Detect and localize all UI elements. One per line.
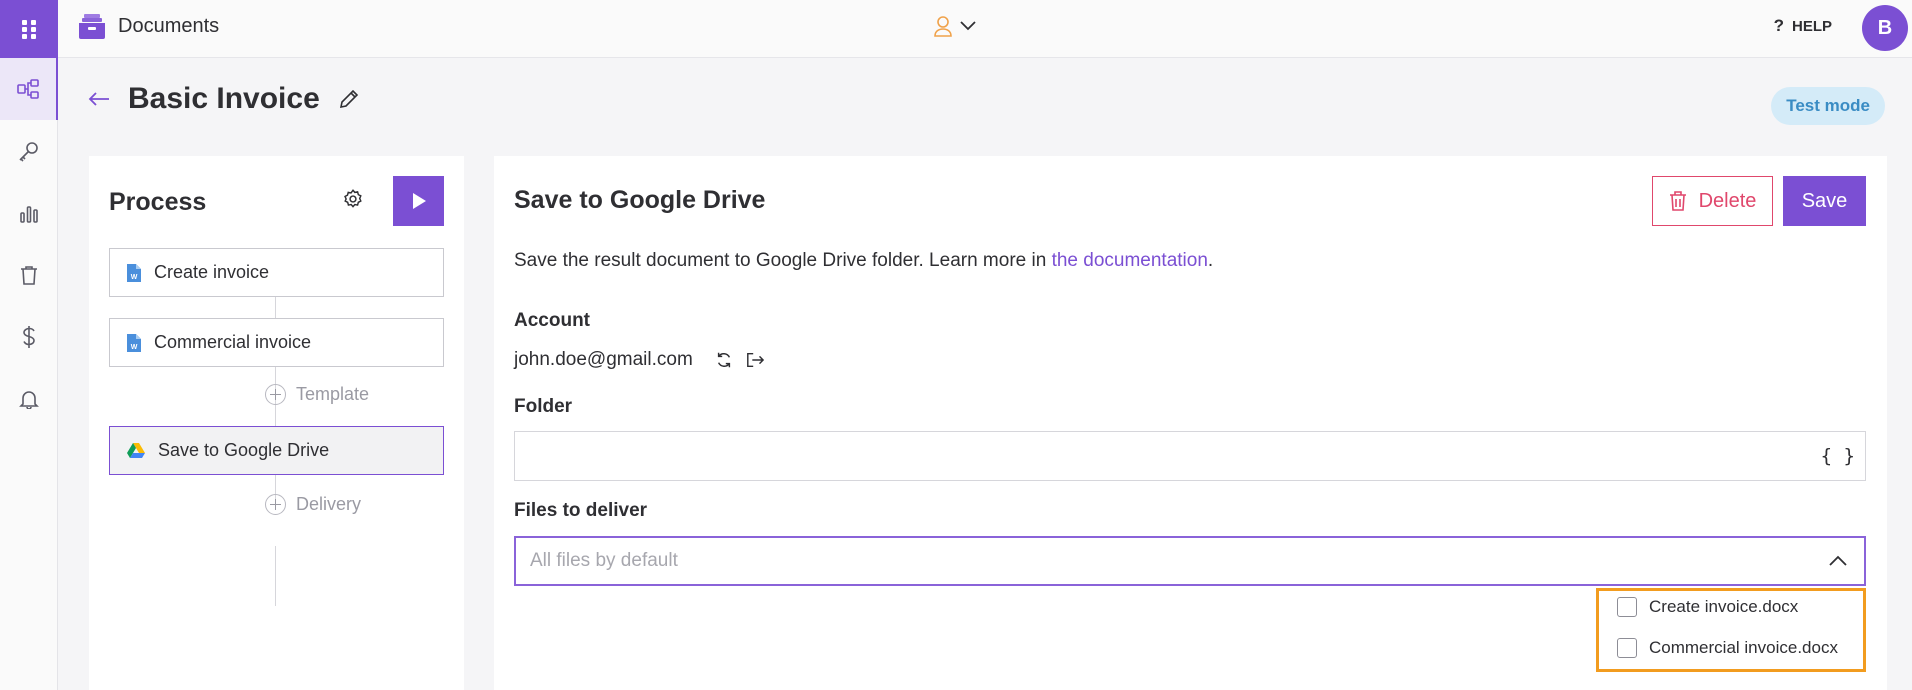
word-doc-icon: W — [127, 263, 141, 282]
avatar[interactable]: B — [1862, 5, 1908, 51]
sign-out-icon[interactable] — [745, 351, 765, 369]
variables-braces-icon[interactable]: { } — [1821, 445, 1855, 467]
bar-chart-icon — [20, 206, 38, 223]
description-text: Save the result document to Google Drive… — [514, 250, 1052, 271]
delivery-detail-panel: Save to Google Drive Delete Save Save th… — [494, 156, 1887, 690]
nav-notifications[interactable] — [0, 368, 58, 430]
app-name: Documents — [118, 14, 220, 37]
account-label: Account — [514, 310, 590, 331]
delete-button[interactable]: Delete — [1652, 176, 1773, 226]
back-arrow-icon[interactable] — [88, 91, 110, 107]
bell-icon — [19, 391, 39, 409]
play-icon — [412, 193, 426, 209]
left-rail — [0, 0, 58, 690]
step-label: Create invoice — [154, 262, 270, 282]
svg-text:W: W — [131, 274, 138, 281]
gear-icon — [344, 189, 362, 208]
detail-title: Save to Google Drive — [514, 186, 766, 214]
add-template-label: Template — [296, 384, 370, 404]
nav-trash[interactable] — [0, 244, 58, 306]
workflow-icon — [17, 79, 39, 99]
save-button[interactable]: Save — [1783, 176, 1866, 226]
trash-icon — [1669, 191, 1686, 211]
page-header: Basic Invoice — [88, 82, 360, 116]
page-title: Basic Invoice — [128, 82, 320, 115]
files-label: Files to deliver — [514, 500, 648, 521]
checkbox[interactable] — [1617, 638, 1637, 658]
files-to-deliver-select[interactable]: All files by default — [514, 536, 1866, 586]
option-label: Commercial invoice.docx — [1649, 638, 1838, 657]
user-icon — [934, 16, 952, 37]
account-row: john.doe@gmail.com — [514, 349, 765, 371]
add-delivery-button[interactable]: Delivery — [265, 494, 361, 515]
chevron-down-icon — [960, 21, 976, 31]
documents-logo-icon — [79, 14, 105, 39]
test-mode-badge: Test mode — [1771, 87, 1885, 125]
folder-label: Folder — [514, 396, 573, 417]
delete-label: Delete — [1698, 189, 1757, 212]
edit-pencil-icon[interactable] — [338, 88, 360, 110]
google-drive-icon — [127, 442, 145, 458]
process-panel: Process W Create invoice W Commercial in… — [89, 156, 464, 690]
brand[interactable]: Documents — [78, 12, 219, 40]
nav-analytics[interactable] — [0, 182, 58, 244]
refresh-icon[interactable] — [715, 351, 733, 369]
nav-keys[interactable] — [0, 120, 58, 182]
option-commercial-invoice-docx[interactable]: Commercial invoice.docx — [1617, 638, 1838, 658]
apps-grid-button[interactable] — [0, 0, 58, 58]
step-create-invoice[interactable]: W Create invoice — [109, 248, 444, 297]
description-end: . — [1207, 250, 1214, 271]
step-commercial-invoice[interactable]: W Commercial invoice — [109, 318, 444, 367]
chevron-up-icon — [1829, 555, 1847, 566]
process-settings-button[interactable] — [342, 188, 364, 215]
word-doc-icon: W — [127, 333, 141, 352]
dollar-icon — [23, 326, 35, 348]
documentation-link[interactable]: the documentation — [1052, 250, 1208, 271]
svg-text:W: W — [131, 344, 138, 351]
user-switcher[interactable] — [933, 15, 977, 37]
files-dropdown-menu: Create invoice.docx Commercial invoice.d… — [1596, 588, 1866, 672]
nav-billing[interactable] — [0, 306, 58, 368]
plus-circle-icon — [265, 494, 286, 515]
add-delivery-label: Delivery — [296, 494, 362, 514]
account-email: john.doe@gmail.com — [514, 349, 693, 370]
checkbox[interactable] — [1617, 597, 1637, 617]
step-label: Commercial invoice — [154, 332, 312, 352]
option-create-invoice-docx[interactable]: Create invoice.docx — [1617, 597, 1798, 617]
folder-input[interactable]: { } — [514, 431, 1866, 481]
process-title: Process — [109, 188, 207, 216]
run-process-button[interactable] — [393, 176, 444, 226]
help-label: HELP — [1791, 17, 1832, 35]
files-placeholder: All files by default — [530, 550, 678, 571]
top-bar: Documents ? HELP B — [58, 0, 1912, 58]
step-connector — [275, 546, 276, 606]
help-link[interactable]: ? HELP — [1774, 16, 1832, 36]
key-icon — [19, 142, 38, 162]
grid-icon — [22, 20, 36, 39]
step-save-to-google-drive[interactable]: Save to Google Drive — [109, 426, 444, 475]
help-icon: ? — [1773, 16, 1784, 35]
plus-circle-icon — [265, 384, 286, 405]
add-template-button[interactable]: Template — [265, 384, 369, 405]
step-label: Save to Google Drive — [158, 440, 330, 460]
description: Save the result document to Google Drive… — [514, 250, 1213, 272]
nav-workflows[interactable] — [0, 58, 58, 120]
option-label: Create invoice.docx — [1649, 597, 1799, 616]
trash-icon — [21, 266, 37, 285]
